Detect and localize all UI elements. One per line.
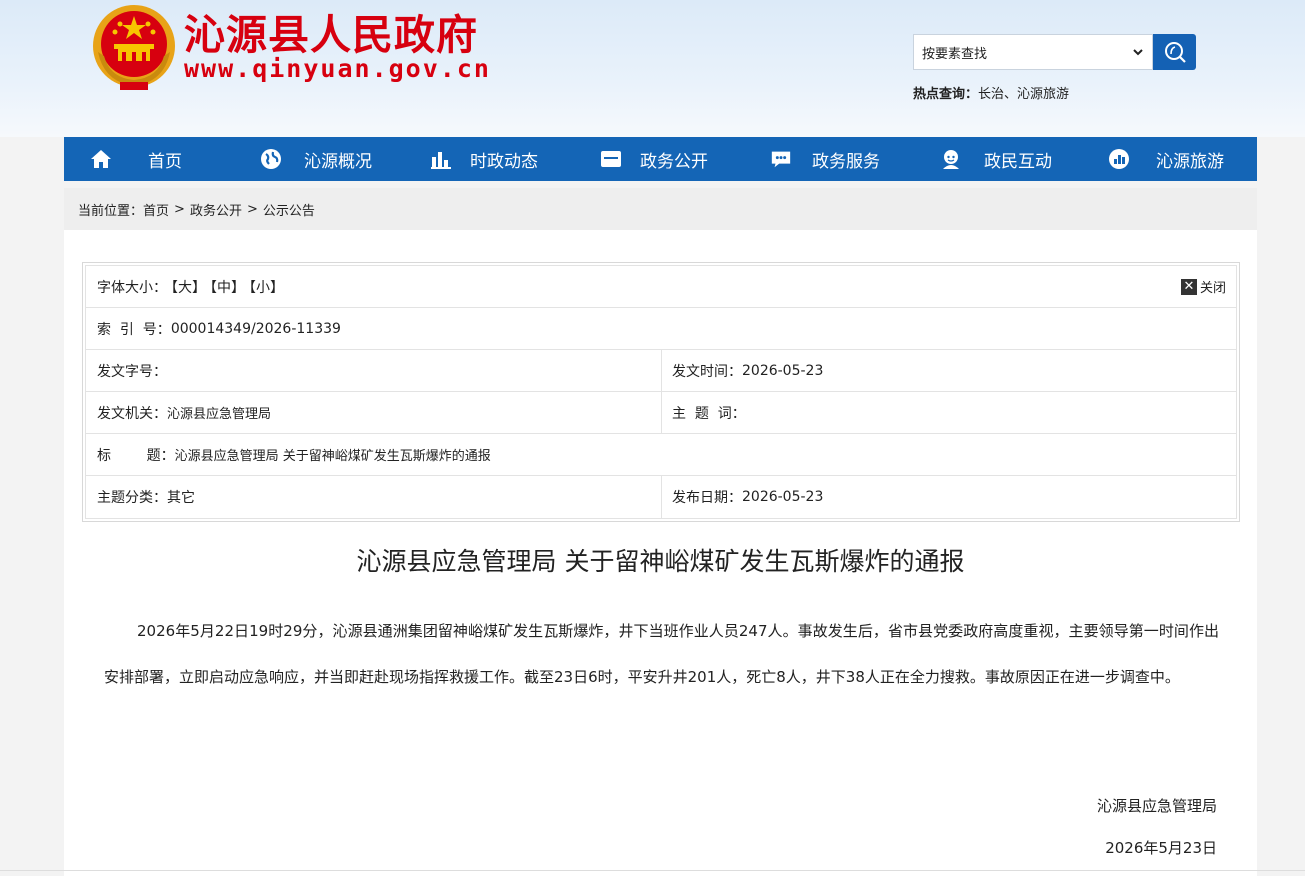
chat-icon [770,148,792,170]
keyword-label: 主 题 词： [672,405,746,422]
nav-label: 首页 [148,151,182,172]
category-value: 其它 [167,490,195,506]
nav-item-home[interactable]: 首页 [90,137,182,181]
nav-label: 政务服务 [812,151,880,172]
hot-link-changzhi[interactable]: 长治 [978,87,1004,102]
font-size-label: 字体大小： [97,279,167,296]
font-large-button[interactable]: 【大】 [171,280,206,296]
article-signature-block: 沁源县应急管理局 2026年5月23日 [1097,785,1217,869]
article-date: 2026年5月23日 [1105,839,1217,857]
user-icon [940,148,962,170]
close-button[interactable]: ✕ 关闭 [1180,277,1226,296]
title-value: 沁源县应急管理局 关于留神峪煤矿发生瓦斯爆炸的通报 [174,449,491,464]
globe-icon [260,148,282,170]
search-type-select[interactable]: 按要素查找 [913,34,1153,70]
close-icon: ✕ [1180,278,1197,295]
chevron-down-icon [1133,49,1143,56]
article-body: 2026年5月22日19时29分，沁源县通洲集团留神峪煤矿发生瓦斯爆炸，井下当班… [104,622,1219,686]
font-size-row: 字体大小： 【大】 【中】 【小】 ✕ 关闭 [86,266,1236,308]
title-label: 标 题： [97,447,175,464]
nav-label: 沁源概况 [304,151,372,172]
breadcrumb-separator: > [246,201,258,217]
site-name: 沁源县人民政府 [184,11,478,59]
folder-icon [600,148,622,170]
search-type-value: 按要素查找 [922,46,988,62]
index-label: 索 引 号： [97,321,171,338]
article-title: 沁源县应急管理局 关于留神峪煤矿发生瓦斯爆炸的通报 [356,547,965,576]
nav-item-interaction[interactable]: 政民互动 [940,137,1052,181]
bar-chart-icon [430,148,452,170]
site-url: www.qinyuan.gov.cn [184,54,491,83]
nav-label: 时政动态 [470,151,538,172]
nav-item-services[interactable]: 政务服务 [770,137,880,181]
category-row: 主题分类： 其它 发布日期： 2026-05-23 [86,476,1236,518]
doc-no-label: 发文字号： [97,363,167,380]
doc-info-table: 字体大小： 【大】 【中】 【小】 ✕ 关闭 索 引 号： 000014349/2026… [82,262,1240,522]
hot-link-qinyuan-tourism[interactable]: 沁源旅游 [1017,87,1069,102]
issuer-row: 发文机关： 沁源县应急管理局 主 题 词： [86,392,1236,434]
search-icon [1164,42,1186,63]
nav-item-news[interactable]: 时政动态 [430,137,538,181]
font-small-button[interactable]: 【小】 [249,280,284,296]
main-content: 字体大小： 【大】 【中】 【小】 ✕ 关闭 索 引 号： 000014349/2026… [64,230,1257,876]
breadcrumb-prefix: 当前位置： [78,203,144,219]
breadcrumb-gov-affairs[interactable]: 政务公开 [190,200,242,219]
hot-search: 热点查询：长治、沁源旅游 [913,83,1069,102]
search-button[interactable] [1153,34,1196,70]
home-icon [90,148,112,170]
issuer-value: 沁源县应急管理局 [167,407,272,422]
article-signature: 沁源县应急管理局 [1096,797,1217,815]
index-row: 索 引 号： 000014349/2026-11339 [86,308,1236,350]
font-medium-button[interactable]: 【中】 [210,280,245,296]
nav-label: 政民互动 [984,151,1052,172]
category-label: 主题分类： [97,490,167,506]
hot-link-separator: 、 [1004,87,1018,102]
title-row: 标 题： 沁源县应急管理局 关于留神峪煤矿发生瓦斯爆炸的通报 [86,434,1236,476]
doc-time-value: 2026-05-23 [742,362,824,379]
search-bar: 按要素查找 [913,34,1196,70]
index-value: 000014349/2026-11339 [170,320,341,337]
publish-value: 2026-05-23 [742,489,824,505]
breadcrumb-separator: > [174,201,185,217]
nav-label: 政务公开 [640,151,708,172]
nav-label: 沁源旅游 [1156,151,1224,172]
doc-time-label: 发文时间： [672,363,742,380]
breadcrumb-notices[interactable]: 公示公告 [263,200,315,219]
nav-item-gov-affairs[interactable]: 政务公开 [600,137,708,181]
bottom-divider [0,870,1305,871]
doc-no-row: 发文字号： 发文时间： 2026-05-23 [86,350,1236,392]
publish-label: 发布日期： [672,490,742,506]
breadcrumb-home[interactable]: 首页 [143,200,169,219]
tour-icon [1108,148,1130,170]
close-label: 关闭 [1199,281,1226,296]
issuer-label: 发文机关： [97,405,167,422]
national-emblem-icon [93,5,175,90]
nav-item-tourism[interactable]: 沁源旅游 [1108,137,1224,181]
site-logo[interactable]: 沁源县人民政府 www.qinyuan.gov.cn [90,2,491,92]
breadcrumb: 当前位置： 首页 > 政务公开 > 公示公告 [64,188,1257,230]
hot-search-label: 热点查询： [913,87,979,102]
nav-item-overview[interactable]: 沁源概况 [260,137,372,181]
main-nav: 首页 沁源概况 时政动态 政务公开 政务服务 政民互动 沁源旅游 [64,137,1257,181]
